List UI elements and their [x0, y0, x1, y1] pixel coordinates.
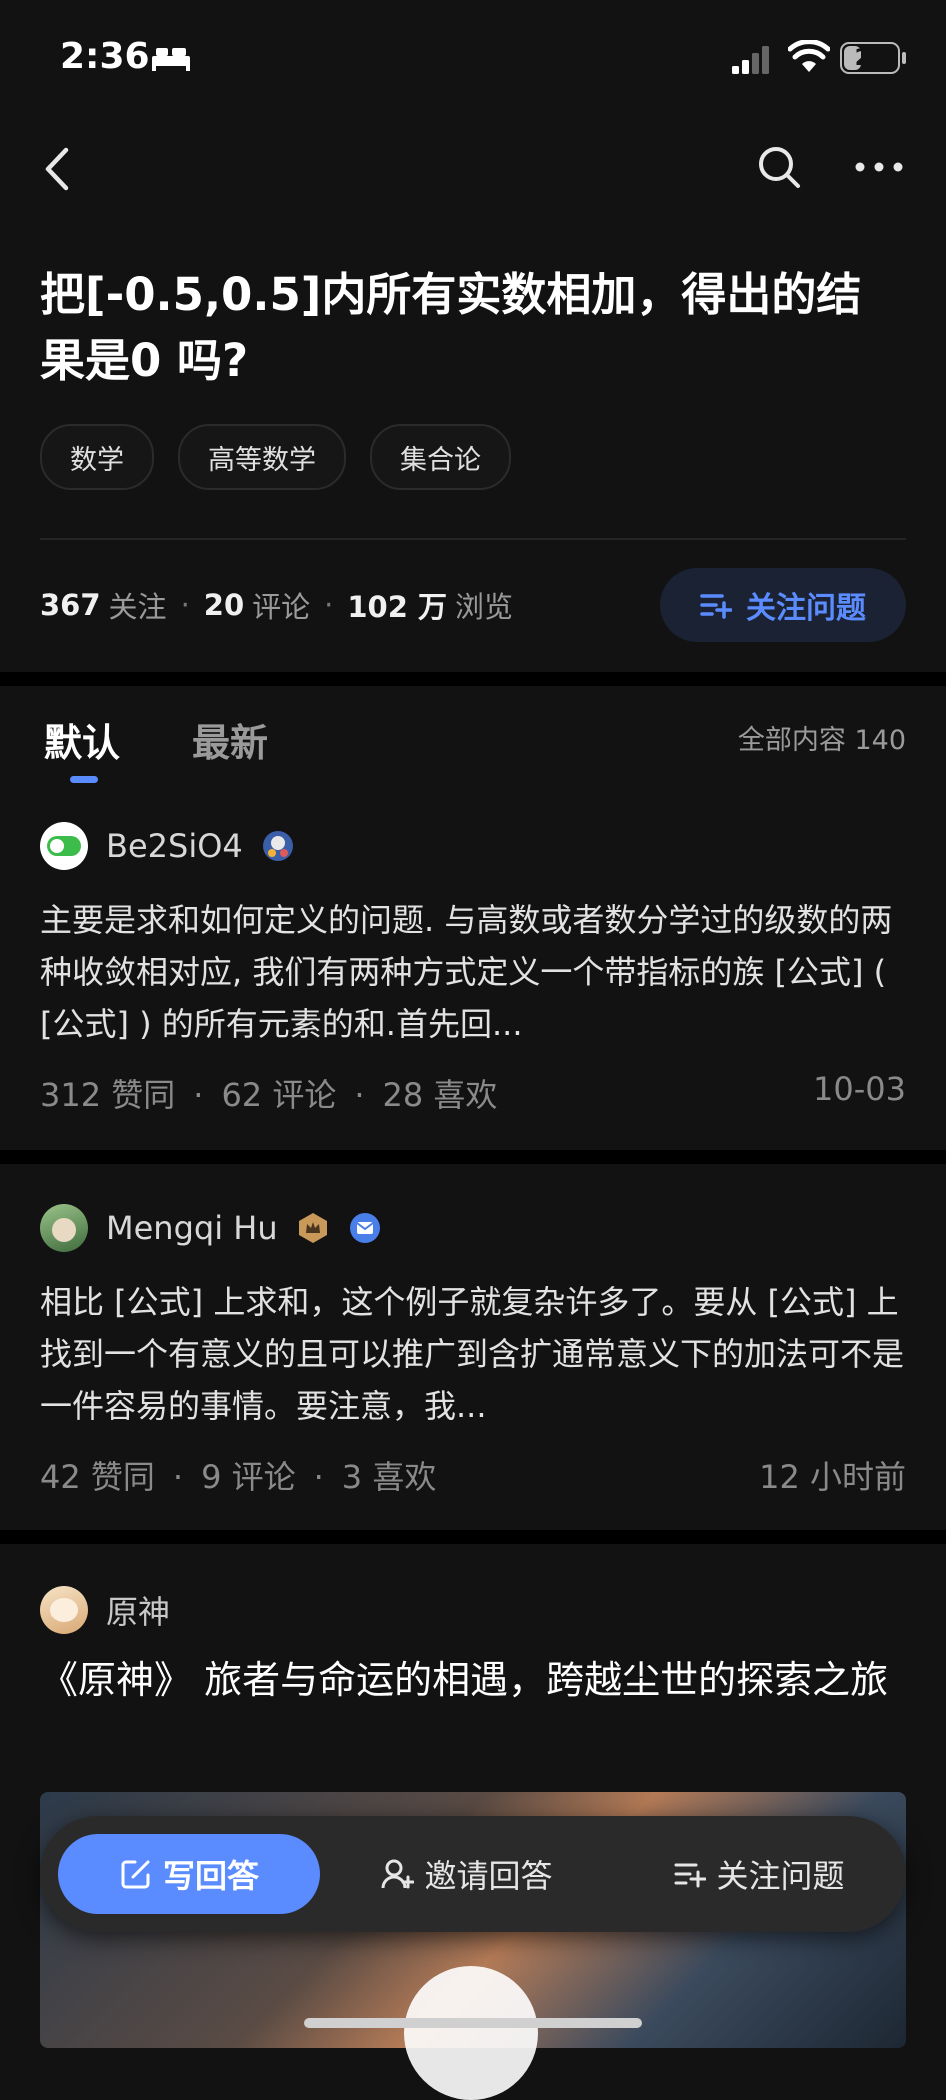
answer-time: 12 小时前	[759, 1458, 906, 1496]
battery-level: 22	[854, 46, 886, 71]
author-name[interactable]: Be2SiO4	[106, 827, 243, 865]
answer-excerpt[interactable]: 相比 [公式] 上求和，这个例子就复杂许多了。要从 [公式] 上找到一个有意义的…	[40, 1276, 906, 1432]
follow-list-icon	[674, 1863, 707, 1888]
play-icon[interactable]	[404, 1966, 538, 2100]
avatar[interactable]	[40, 1204, 88, 1252]
write-answer-label: 写回答	[162, 1857, 259, 1895]
separator-dot: ·	[324, 588, 334, 622]
comment-label[interactable]: 评论	[252, 584, 310, 626]
view-label: 浏览	[455, 590, 514, 624]
search-icon[interactable]	[756, 144, 802, 190]
invite-answer-button[interactable]: 邀请回答	[320, 1851, 613, 1897]
comment-count[interactable]: 20	[204, 588, 244, 622]
status-time: 2:36	[60, 36, 150, 77]
follow-question-button[interactable]: 关注问题	[660, 568, 906, 642]
separator-dot: ·	[193, 1076, 204, 1114]
comment-count: 62 评论	[221, 1076, 337, 1114]
wifi-icon	[788, 40, 830, 72]
follow-label: 关注	[108, 590, 167, 624]
comment-count: 9 评论	[201, 1458, 296, 1496]
battery-nub	[902, 52, 906, 64]
question-stats: 367 关注 · 20 评论 · 102 万 浏览	[40, 584, 513, 626]
answer-author-row[interactable]: Be2SiO4	[40, 822, 295, 870]
separator-dot: ·	[313, 1458, 324, 1496]
home-indicator[interactable]	[304, 2018, 642, 2028]
follow-question-label: 关注问题	[746, 591, 866, 626]
answer-author-row[interactable]: Mengqi Hu	[40, 1204, 382, 1252]
follow-question-bottom-label: 关注问题	[716, 1857, 845, 1895]
topic-tag[interactable]: 高等数学	[178, 424, 346, 490]
like-count: 312 赞同	[40, 1076, 176, 1114]
more-options-icon[interactable]	[854, 160, 904, 174]
follow-count: 367	[40, 588, 101, 622]
battery-icon: 22	[840, 42, 900, 74]
tab-latest[interactable]: 最新	[192, 712, 268, 767]
separator-dot: ·	[354, 1076, 365, 1114]
like-count: 42 赞同	[40, 1458, 155, 1496]
topic-tags: 数学 高等数学 集合论	[40, 424, 511, 490]
crown-badge-icon	[298, 1213, 327, 1243]
edit-icon	[121, 1860, 150, 1889]
answer-meta: 312 赞同 · 62 评论 · 28 喜欢 10-03	[40, 1070, 906, 1116]
bed-icon	[152, 48, 190, 71]
write-answer-button[interactable]: 写回答	[58, 1834, 320, 1914]
topic-tag[interactable]: 集合论	[370, 424, 511, 490]
topic-tag[interactable]: 数学	[40, 424, 154, 490]
separator-dot: ·	[180, 588, 190, 622]
separator-dot: ·	[172, 1458, 184, 1496]
invite-person-icon	[381, 1859, 415, 1889]
ad-author-name[interactable]: 原神	[106, 1587, 170, 1633]
active-tab-indicator	[70, 776, 98, 783]
favorite-count: 3 喜欢	[341, 1458, 437, 1496]
follow-question-bottom-button[interactable]: 关注问题	[613, 1851, 906, 1897]
divider	[40, 538, 906, 540]
section-separator	[0, 1150, 946, 1164]
ad-title[interactable]: 《原神》 旅者与命运的相遇，跨越尘世的探索之旅	[40, 1650, 906, 1710]
back-icon[interactable]	[40, 144, 74, 194]
avatar[interactable]	[40, 822, 88, 870]
avatar[interactable]	[40, 1586, 88, 1634]
invite-answer-label: 邀请回答	[424, 1857, 553, 1895]
ad-author-row[interactable]: 原神	[40, 1586, 170, 1634]
message-badge-icon	[349, 1213, 380, 1243]
author-name[interactable]: Mengqi Hu	[106, 1209, 278, 1247]
badge-icon	[262, 831, 293, 861]
all-content-count[interactable]: 全部内容 140	[738, 718, 906, 757]
section-separator	[0, 1530, 946, 1544]
answer-excerpt[interactable]: 主要是求和如何定义的问题. 与高数或者数分学过的级数的两种收敛相对应, 我们有两…	[40, 894, 906, 1050]
answer-meta: 42 赞同 · 9 评论 · 3 喜欢 12 小时前	[40, 1452, 906, 1498]
tab-default[interactable]: 默认	[44, 712, 120, 767]
view-count: 102 万	[347, 590, 448, 624]
follow-list-icon	[700, 594, 732, 619]
cellular-signal-icon	[732, 46, 769, 74]
question-title: 把[-0.5,0.5]内所有实数相加，得出的结果是0 吗?	[40, 268, 862, 387]
section-separator	[0, 672, 946, 686]
bottom-action-bar: 写回答 邀请回答 关注问题	[40, 1816, 906, 1932]
favorite-count: 28 喜欢	[382, 1076, 498, 1114]
answer-time: 10-03	[813, 1070, 906, 1108]
